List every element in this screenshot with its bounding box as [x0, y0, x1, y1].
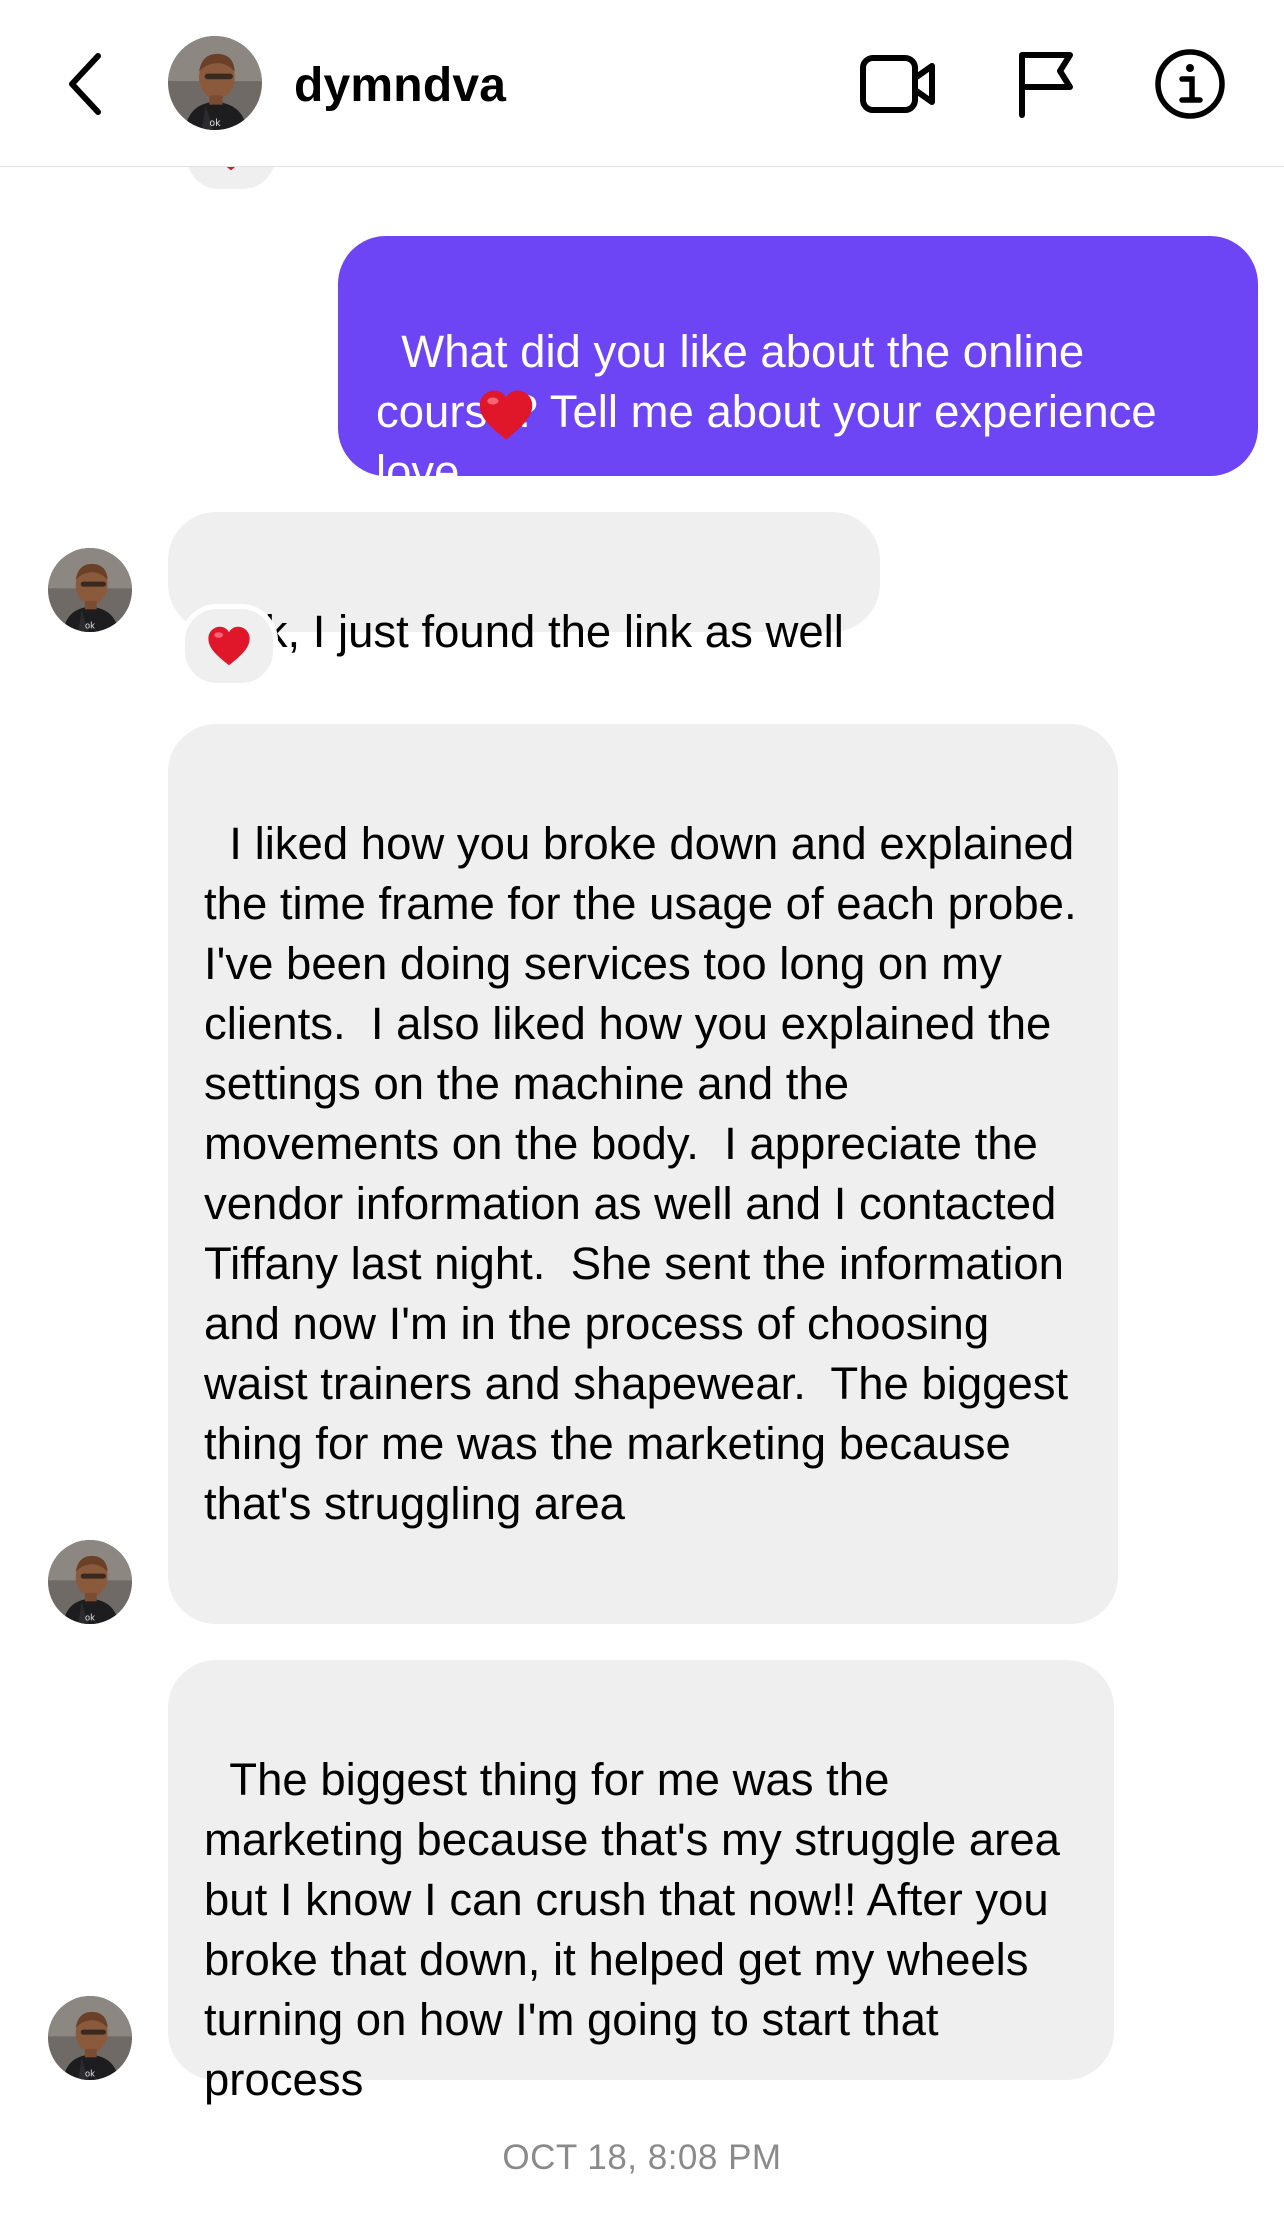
- message-incoming[interactable]: The biggest thing for me was the marketi…: [168, 1660, 1114, 2105]
- chat-header: dymndva: [0, 0, 1284, 167]
- video-camera-icon: [860, 55, 935, 113]
- message-incoming[interactable]: I liked how you broke down and explained…: [168, 724, 1118, 1624]
- sender-avatar[interactable]: [48, 548, 132, 632]
- back-button[interactable]: [52, 48, 116, 120]
- message-outgoing[interactable]: What did you like about the online cours…: [338, 236, 1258, 497]
- info-icon: [1155, 49, 1225, 119]
- flag-icon: [1019, 52, 1073, 118]
- message-text: I liked how you broke down and explained…: [204, 818, 1102, 1529]
- contact-avatar[interactable]: [168, 36, 262, 130]
- heart-emoji-icon: [478, 388, 534, 442]
- contact-username[interactable]: dymndva: [294, 56, 506, 116]
- conversation-info-button[interactable]: [1150, 46, 1230, 122]
- message-incoming[interactable]: Ok, I just found the link as well: [168, 512, 880, 657]
- message-text: The biggest thing for me was the marketi…: [204, 1754, 1073, 2105]
- report-button[interactable]: [1006, 46, 1086, 122]
- chevron-left-icon: [69, 53, 101, 115]
- message-timestamp: OCT 18, 8:08 PM: [502, 2138, 782, 2177]
- sender-avatar[interactable]: [48, 1996, 132, 2080]
- reaction-pill[interactable]: [180, 604, 278, 688]
- video-call-button[interactable]: [858, 46, 938, 122]
- sender-avatar[interactable]: [48, 1540, 132, 1624]
- message-text: Ok, I just found the link as well: [229, 606, 844, 657]
- heart-icon: [207, 625, 251, 667]
